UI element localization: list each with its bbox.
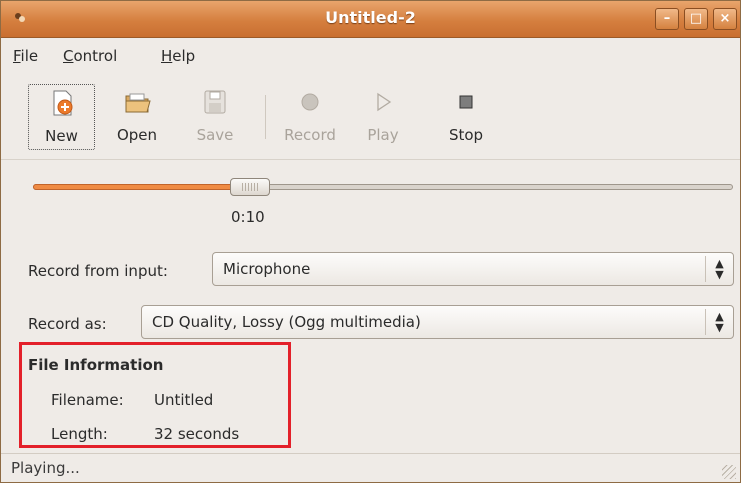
elapsed-time: 0:10 xyxy=(231,208,265,226)
play-icon xyxy=(377,92,392,112)
record-from-combo[interactable]: Microphone ▲ ▼ xyxy=(212,252,734,286)
toolbar-separator xyxy=(265,95,266,139)
record-from-value: Microphone xyxy=(223,260,311,278)
close-icon: × xyxy=(719,11,731,26)
highlight-box xyxy=(19,342,291,448)
close-button[interactable]: × xyxy=(713,8,737,30)
record-label: Record xyxy=(284,126,336,144)
save-label: Save xyxy=(196,126,234,144)
save-button[interactable]: Save xyxy=(185,84,245,150)
stop-button[interactable]: Stop xyxy=(441,84,491,150)
new-button[interactable]: New xyxy=(28,84,95,150)
stop-icon xyxy=(459,95,473,109)
combo-arrows-icon: ▲ ▼ xyxy=(705,256,733,282)
title-bar[interactable]: Untitled-2 – □ × xyxy=(1,1,740,38)
maximize-icon: □ xyxy=(689,11,703,26)
toolbar: New Open Save Record Play Stop xyxy=(1,73,740,160)
status-text: Playing... xyxy=(11,459,80,477)
menu-help[interactable]: Help xyxy=(161,47,195,65)
combo-arrows-icon: ▲ ▼ xyxy=(705,309,733,335)
open-button[interactable]: Open xyxy=(105,84,169,150)
record-from-label: Record from input: xyxy=(28,262,168,280)
save-disk-icon xyxy=(204,90,226,114)
record-button[interactable]: Record xyxy=(276,84,344,150)
sound-recorder-window: Untitled-2 – □ × File Control Help New O… xyxy=(0,0,741,483)
open-folder-icon xyxy=(125,93,151,113)
position-slider-handle[interactable] xyxy=(230,178,270,196)
record-icon xyxy=(301,93,319,111)
new-label: New xyxy=(45,127,78,145)
minimize-icon: – xyxy=(663,11,671,26)
menu-control[interactable]: Control xyxy=(63,47,117,65)
open-label: Open xyxy=(116,126,158,144)
playback-slider-area: 0:10 xyxy=(1,160,740,235)
grip-icon xyxy=(242,183,258,191)
new-file-icon xyxy=(53,90,72,116)
resize-grip-icon[interactable] xyxy=(722,465,736,479)
menu-file[interactable]: File xyxy=(13,47,38,65)
window-title: Untitled-2 xyxy=(325,8,416,27)
maximize-button[interactable]: □ xyxy=(684,8,708,30)
record-as-combo[interactable]: CD Quality, Lossy (Ogg multimedia) ▲ ▼ xyxy=(141,305,734,339)
menu-bar: File Control Help xyxy=(1,38,740,72)
record-as-label: Record as: xyxy=(28,315,107,333)
position-slider-progress xyxy=(33,184,250,190)
status-bar: Playing... xyxy=(1,453,740,483)
stop-label: Stop xyxy=(448,126,484,144)
play-label: Play xyxy=(367,126,399,144)
minimize-button[interactable]: – xyxy=(655,8,679,30)
play-button[interactable]: Play xyxy=(361,84,405,150)
record-as-value: CD Quality, Lossy (Ogg multimedia) xyxy=(152,313,421,331)
